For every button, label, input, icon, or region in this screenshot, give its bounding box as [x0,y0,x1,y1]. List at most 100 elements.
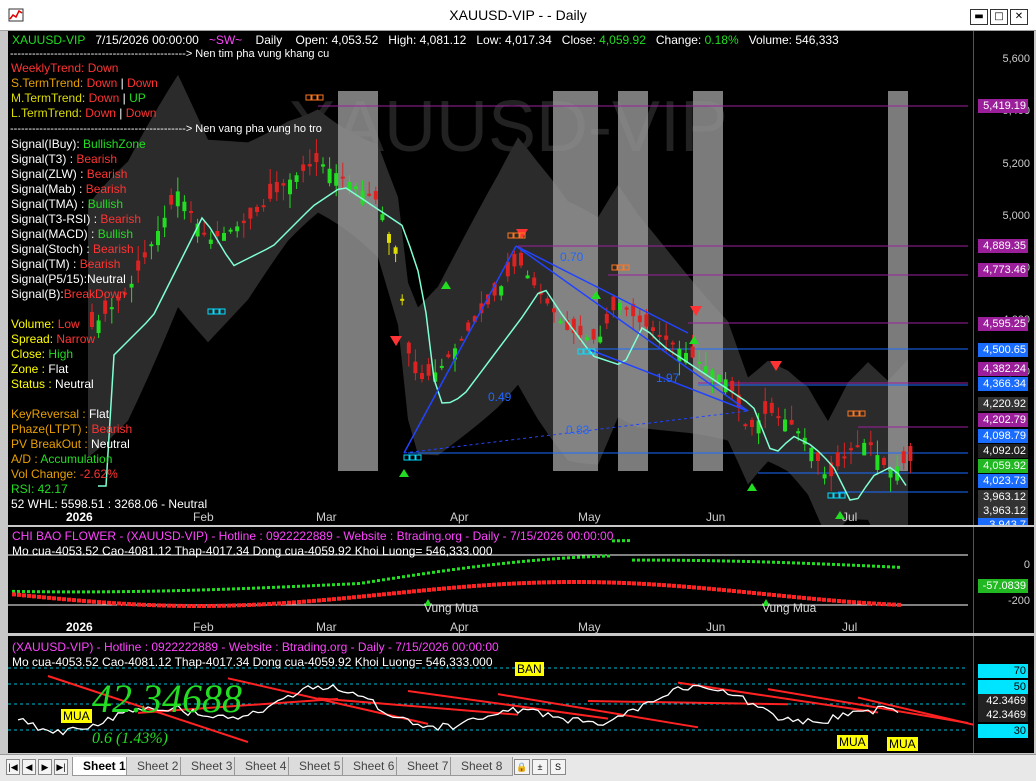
flower-red-dot [542,580,546,585]
flower-scale[interactable]: 0 -57.0839 -200 [973,527,1034,633]
flower-green-dot [207,588,210,592]
candle-body [717,375,721,383]
sw-label: ~SW~ [208,33,243,47]
flower-green-dot [272,585,275,589]
flower-red-dot [842,599,846,604]
flower-green-dot [57,590,60,594]
highlight-zone [618,91,648,471]
signal-row: Signal(T3) : Bearish [11,152,117,166]
flower-red-dot [22,593,26,598]
flower-red-dot [877,601,881,606]
flower-green-dot [747,560,750,564]
flower-green-dot [462,566,465,570]
flower-green-dot [32,590,35,594]
candle-body [228,229,233,232]
flower-green-dot [237,587,240,591]
buy-box-icon [415,454,422,461]
price-level-label: 4,500.65 [978,343,1028,357]
candle-body [618,303,622,311]
support-note: ----------------------------------------… [10,123,322,135]
flower-green-dot [512,560,515,564]
candle-body [862,442,867,456]
candle-body [241,220,246,224]
flower-green-dot [642,558,645,562]
flower-green-dot [712,559,715,563]
flower-green-dot [592,555,595,559]
flower-red-dot [467,584,471,589]
buy-arrow-icon [747,483,757,491]
flower-red-dot [187,603,191,608]
candle-body [334,173,339,186]
flower-green-dot [217,587,220,591]
buy-box-icon [403,454,410,461]
osc-buy-label: MUA [887,737,918,751]
maximize-button[interactable]: □ [990,9,1008,25]
scale-toggle-icon[interactable]: ± [532,759,548,775]
prev-sheet-button[interactable]: ◀ [22,759,36,775]
price-scale[interactable]: 5,6005,4005,2005,0004,8004,6004,4005,419… [973,31,1034,525]
flower-green-dot [727,559,730,563]
close-button[interactable]: ✕ [1010,9,1028,25]
flower-red-dot [317,598,321,603]
flower-red-dot [707,586,711,591]
candle-body [142,252,147,258]
flower-green-dot [262,586,265,590]
flower-red-dot [557,580,561,585]
flower-green-dot [52,590,55,594]
flower-red-dot [637,581,641,586]
signal-value: Bearish [85,182,127,196]
misc-info-row: RSI: 42.17 [11,482,68,496]
osc-scale-label: 30 [978,724,1028,738]
flower-green-dot [857,563,860,567]
flower-green-dot [377,579,380,583]
flower-indicator-pane[interactable]: Vung Mua Vung Mua 2026 Feb Mar Apr May Jun Jul C… [8,527,1034,633]
price-chart-pane[interactable]: XAUUSD-VIP 0.70 1.97 0.49 0.83 2026 Feb Mar Ap… [8,31,1034,525]
next-sheet-button[interactable]: ▶ [38,759,52,775]
flower-red-dot [292,600,296,605]
flower-red-dot [532,580,536,585]
flower-green-dot [292,585,295,589]
candle-body [169,194,174,205]
minimize-button[interactable]: ▬ [970,9,988,25]
flower-red-dot [592,580,596,585]
low-value: Low: 4,017.34 [476,33,552,47]
flower-green-dot [687,558,690,562]
candle-body [545,298,550,304]
flower-green-dot [267,586,270,590]
price-level-label: 4,220.92 [978,397,1028,411]
oscillator-pane[interactable]: (XAUUSD-VIP) - Hotline : 0922222889 - We… [8,636,1034,753]
flower-red-dot [717,587,721,592]
flower-green-dot [307,584,310,588]
highlight-zone [553,91,598,471]
osc-scale[interactable]: 70 50 42.3469 42.3469 30 [973,636,1034,753]
candle-body [367,193,372,196]
flower-green-dot [342,582,345,586]
volume-info-label: Close: [11,347,49,361]
flower-green-dot [597,554,600,558]
flower-green-dot [652,558,655,562]
candle-body [96,320,101,334]
flower-red-dot [332,597,336,602]
sync-icon[interactable]: S [550,759,566,775]
flower-red-dot [827,598,831,603]
trendline-label: 0.70 [560,250,584,264]
flower-green-dot [707,559,710,563]
lock-icon[interactable]: 🔒 [514,759,530,775]
flower-red-dot [712,587,716,592]
flower-red-dot [267,601,271,606]
flower-red-dot [512,581,516,586]
flower-red-dot [162,603,166,608]
bar-date: 7/15/2026 00:00:00 [95,33,199,47]
buy-zone-label: Vung Mua [762,601,817,615]
flower-red-dot [782,593,786,598]
flower-red-dot [417,588,421,593]
tab-sheet-8[interactable]: Sheet 8 [450,757,514,776]
first-sheet-button[interactable]: |◀ [6,759,20,775]
flower-red-dot [797,595,801,600]
month-label: Mar [316,510,337,524]
flower-green-dot [157,589,160,593]
last-sheet-button[interactable]: ▶| [54,759,68,775]
month-label: Feb [193,510,214,524]
month-label: Jun [706,510,725,524]
misc-info-label: A/D : [11,452,41,466]
